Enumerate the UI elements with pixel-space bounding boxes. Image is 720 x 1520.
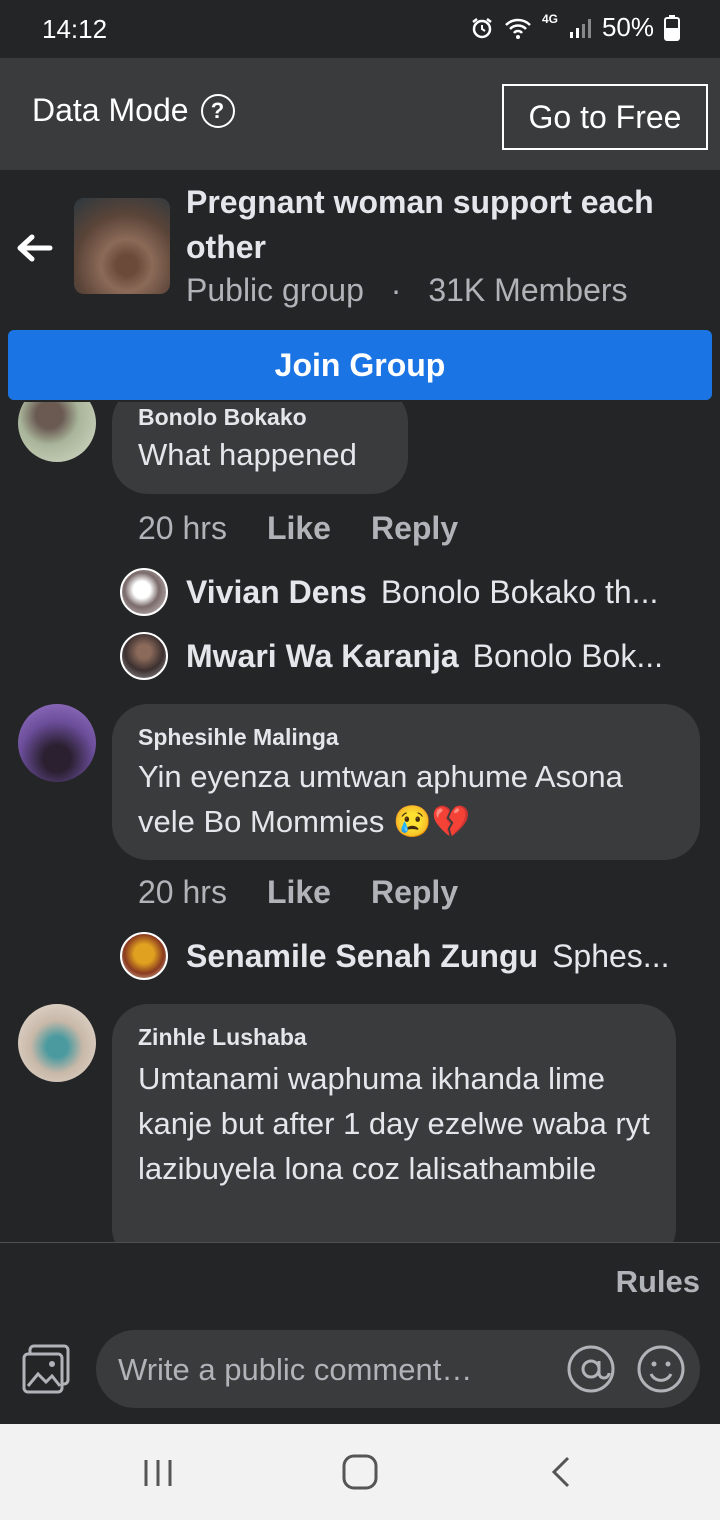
data-mode-label-wrap: Data Mode ? (32, 92, 235, 129)
help-icon[interactable]: ? (200, 93, 235, 128)
comment-text: Yin eyenza umtwan aphume Asona vele Bo M… (138, 759, 623, 839)
like-button[interactable]: Like (267, 874, 331, 911)
status-bar: 14:12 4G 50% (0, 0, 720, 58)
group-name[interactable]: Pregnant woman support each other (186, 180, 696, 270)
wifi-icon (505, 18, 531, 39)
system-nav-bar (0, 1424, 720, 1520)
rules-link[interactable]: Rules (616, 1264, 700, 1300)
comment-author[interactable]: Zinhle Lushaba (138, 1024, 307, 1051)
back-nav-icon[interactable] (542, 1452, 582, 1492)
photo-icon[interactable] (20, 1342, 74, 1396)
data-mode-bar: Data Mode ? Go to Free (0, 58, 720, 170)
avatar[interactable] (18, 704, 96, 782)
status-icons: 4G 50% (470, 12, 680, 43)
group-meta: Public group · 31K Members (186, 272, 628, 309)
mention-icon[interactable] (566, 1344, 616, 1394)
reply-text: Sphes... (552, 937, 670, 974)
group-privacy: Public group (186, 272, 364, 308)
reply-preview[interactable]: Vivian Dens Bonolo Bokako th... (120, 568, 658, 616)
avatar[interactable] (18, 402, 96, 462)
reply-preview[interactable]: Mwari Wa Karanja Bonolo Bok... (120, 632, 663, 680)
alarm-icon (472, 17, 492, 38)
comment-input[interactable]: Write a public comment… (96, 1330, 700, 1408)
comment-text: Umtanami waphuma ikhanda lime kanje but … (138, 1061, 650, 1186)
reply-preview[interactable]: Senamile Senah Zungu Sphes... (120, 932, 669, 980)
comments-feed[interactable]: Bonolo Bokako What happened 20 hrs Like … (0, 402, 720, 1242)
join-group-button[interactable]: Join Group (8, 330, 712, 400)
battery-icon (664, 14, 680, 41)
emoji-icon[interactable] (636, 1344, 686, 1394)
like-button[interactable]: Like (267, 510, 331, 547)
comment-bubble[interactable]: Bonolo Bokako What happened (112, 402, 408, 494)
battery-percent: 50% (601, 12, 654, 42)
data-mode-label: Data Mode (32, 92, 189, 128)
reply-text: Bonolo Bok... (472, 637, 664, 674)
group-avatar[interactable] (74, 198, 170, 294)
go-to-free-button[interactable]: Go to Free (502, 84, 708, 150)
home-icon[interactable] (340, 1452, 380, 1492)
status-time: 14:12 (42, 14, 108, 44)
divider (0, 1242, 720, 1243)
reply-text: Bonolo Bokako th... (380, 573, 659, 610)
avatar[interactable] (18, 1004, 96, 1082)
recent-apps-icon[interactable] (138, 1452, 178, 1492)
comment-actions: 20 hrs Like Reply (138, 510, 458, 547)
comment-actions: 20 hrs Like Reply (138, 874, 458, 911)
reply-button[interactable]: Reply (371, 874, 458, 911)
signal-icon (569, 18, 591, 38)
reply-author: Mwari Wa Karanja (186, 637, 459, 674)
network-type-icon: 4G (541, 12, 558, 26)
reply-author: Senamile Senah Zungu (186, 937, 539, 974)
reply-author: Vivian Dens (186, 573, 367, 610)
reply-button[interactable]: Reply (371, 510, 458, 547)
comment-time: 20 hrs (138, 510, 227, 546)
comment-bubble[interactable]: Zinhle Lushaba Umtanami waphuma ikhanda … (112, 1004, 676, 1242)
group-members[interactable]: 31K Members (428, 272, 627, 308)
comment-time: 20 hrs (138, 874, 227, 910)
app-screen: 14:12 4G 50% Data Mode ? Go to Free Preg… (0, 0, 720, 1520)
group-header: Pregnant woman support each other Public… (0, 170, 720, 330)
comment-bubble[interactable]: Sphesihle Malinga Yin eyenza umtwan aphu… (112, 704, 700, 860)
comment-author[interactable]: Bonolo Bokako (138, 404, 307, 431)
back-arrow-icon[interactable] (14, 228, 54, 268)
comment-author[interactable]: Sphesihle Malinga (138, 724, 339, 751)
comment-placeholder: Write a public comment… (118, 1352, 473, 1387)
avatar (120, 632, 168, 680)
avatar (120, 568, 168, 616)
meta-separator: · (390, 272, 402, 308)
comment-text: What happened (138, 437, 357, 472)
avatar (120, 932, 168, 980)
comment-composer: Write a public comment… (0, 1318, 720, 1424)
